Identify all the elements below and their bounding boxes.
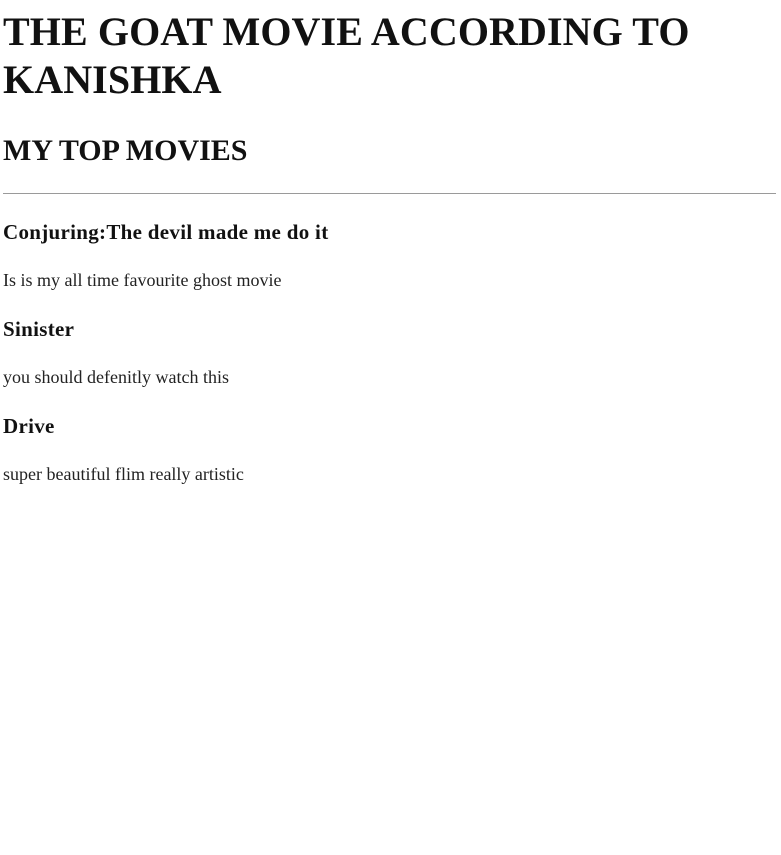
movie-description: you should defenitly watch this <box>3 367 229 387</box>
movie-item-sinister: Sinister you should defenitly watch this <box>3 316 776 388</box>
page-title: THE GOAT MOVIE ACCORDING TO KANISHKA <box>3 9 690 102</box>
movie-item-drive: Drive super beautiful flim really artist… <box>3 413 776 485</box>
page-subtitle: MY TOP MOVIES <box>3 134 248 167</box>
movie-title: Sinister <box>3 317 75 341</box>
movie-description: Is is my all time favourite ghost movie <box>3 270 282 290</box>
movie-title: Drive <box>3 414 55 438</box>
page-content: THE GOAT MOVIE ACCORDING TO KANISHKA MY … <box>3 0 776 485</box>
movie-title: Conjuring:The devil made me do it <box>3 220 329 244</box>
movie-list: Conjuring:The devil made me do it Is is … <box>3 219 776 485</box>
divider <box>3 193 776 194</box>
movie-description: super beautiful flim really artistic <box>3 464 244 484</box>
movie-item-conjuring: Conjuring:The devil made me do it Is is … <box>3 219 776 291</box>
